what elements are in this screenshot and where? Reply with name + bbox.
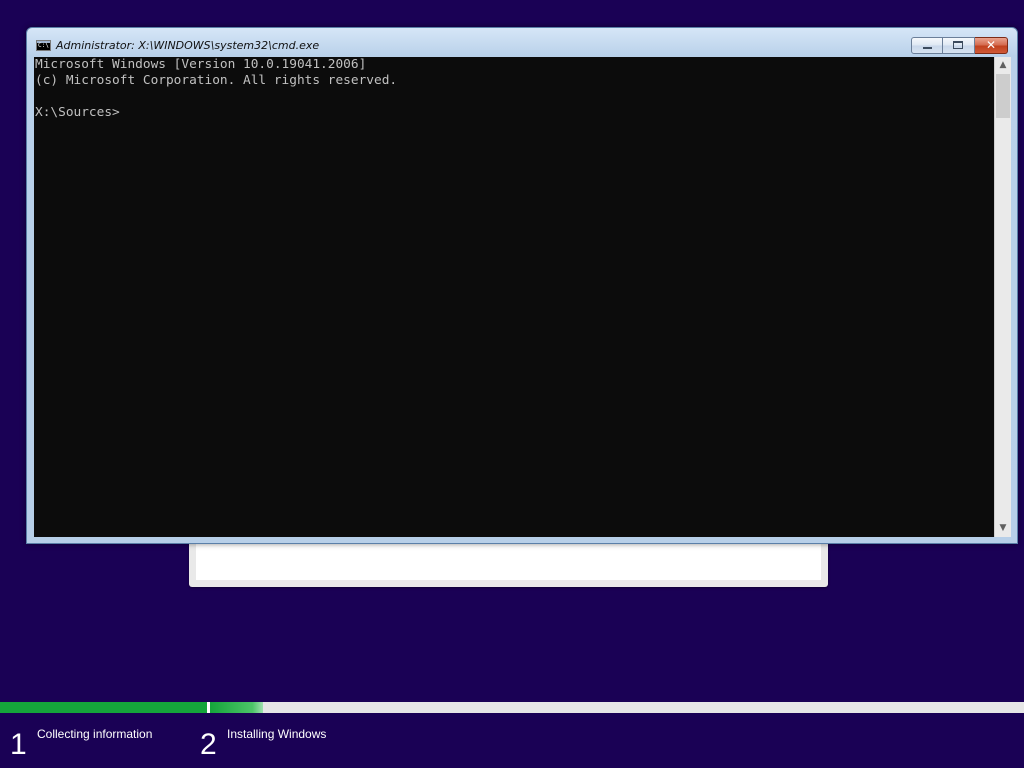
maximize-button[interactable]	[943, 37, 975, 54]
vertical-scrollbar[interactable]: ▲ ▼	[994, 57, 1011, 537]
console-output[interactable]: Microsoft Windows [Version 10.0.19041.20…	[34, 57, 994, 537]
minimize-icon	[923, 47, 932, 49]
step-number: 1	[10, 728, 27, 761]
close-icon: ✕	[985, 38, 997, 52]
step-label: Installing Windows	[227, 727, 327, 741]
close-button[interactable]: ✕	[975, 37, 1008, 54]
console-prompt[interactable]: X:\Sources>	[35, 105, 994, 121]
cmd-window-title: Administrator: X:\WINDOWS\system32\cmd.e…	[56, 39, 320, 52]
step-label: Collecting information	[37, 727, 153, 741]
cmd-title-bar[interactable]: Administrator: X:\WINDOWS\system32\cmd.e…	[27, 28, 1017, 58]
progress-segment-installing	[210, 702, 263, 713]
minimize-button[interactable]	[911, 37, 943, 54]
setup-progress-bar	[0, 702, 1024, 713]
progress-segment-collecting	[0, 702, 207, 713]
scroll-down-arrow-icon[interactable]: ▼	[995, 520, 1011, 537]
scroll-thumb[interactable]	[996, 74, 1010, 118]
cmd-prompt-icon[interactable]	[36, 40, 51, 51]
cmd-window[interactable]: Administrator: X:\WINDOWS\system32\cmd.e…	[26, 27, 1018, 544]
console-line-version: Microsoft Windows [Version 10.0.19041.20…	[35, 57, 367, 72]
maximize-icon	[953, 41, 963, 49]
scroll-up-arrow-icon[interactable]: ▲	[995, 57, 1011, 74]
console-line-copyright: (c) Microsoft Corporation. All rights re…	[35, 73, 398, 88]
step-number: 2	[200, 728, 217, 761]
window-control-buttons: ✕	[911, 37, 1008, 55]
